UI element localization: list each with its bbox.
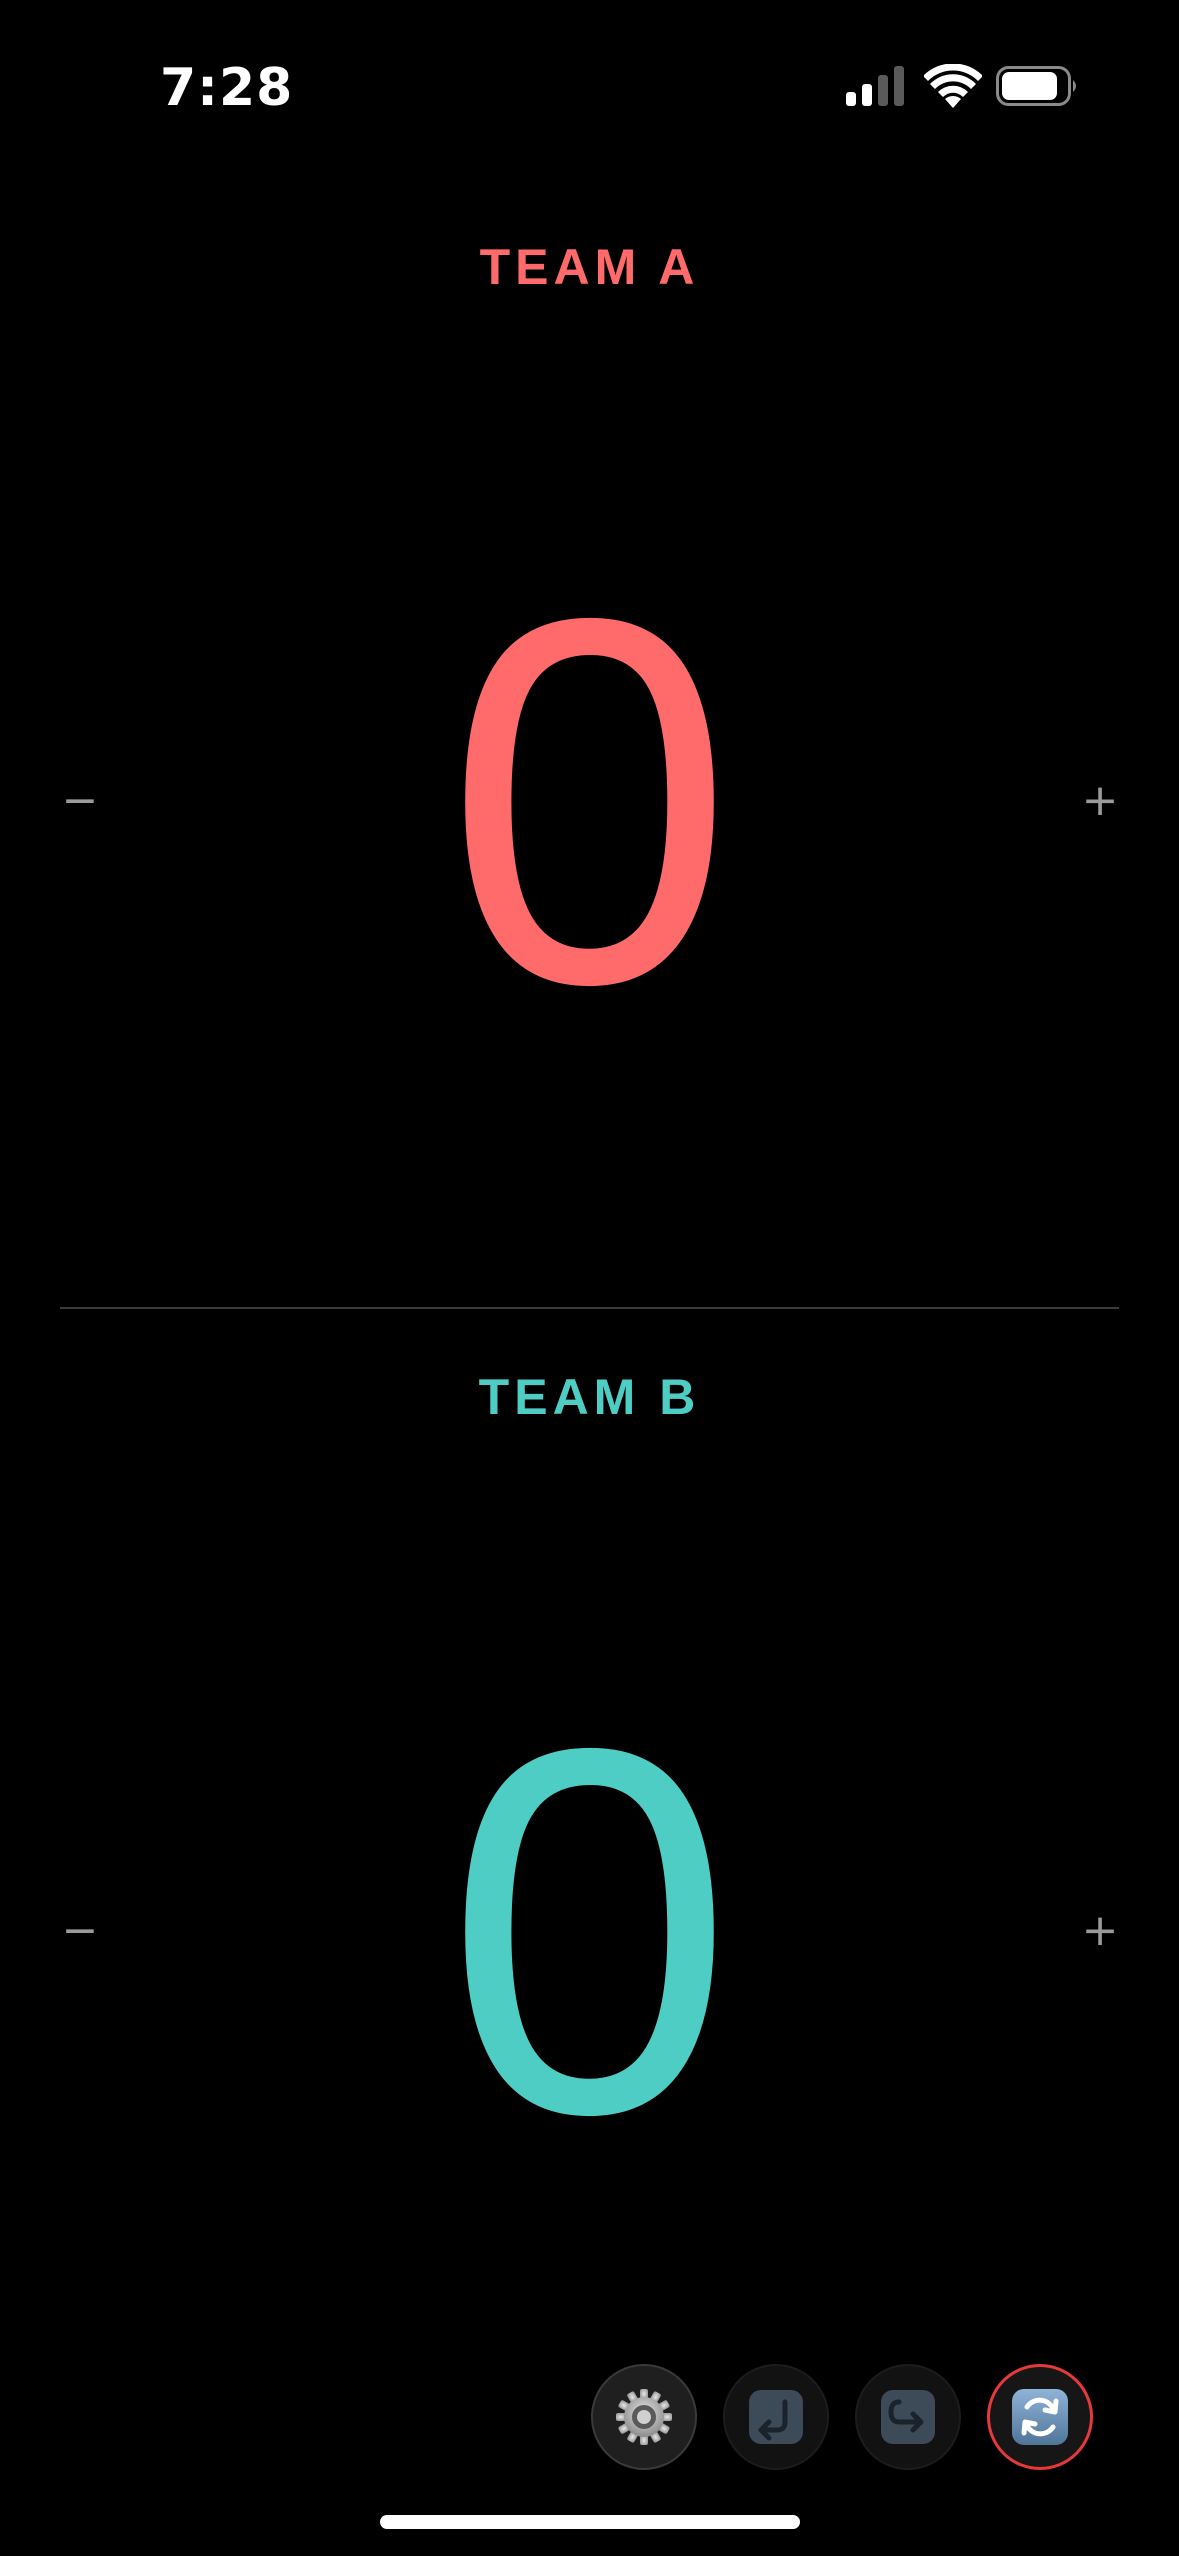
team-a-label: TEAM A bbox=[479, 239, 700, 295]
team-b-label: TEAM B bbox=[478, 1369, 701, 1425]
team-a-score[interactable]: 0 bbox=[0, 542, 1179, 1062]
wifi-icon bbox=[924, 64, 982, 108]
redo-icon bbox=[881, 2390, 935, 2444]
undo-button[interactable] bbox=[723, 2364, 829, 2470]
cellular-signal-icon bbox=[846, 66, 904, 106]
gear-icon bbox=[616, 2389, 672, 2445]
reset-button[interactable] bbox=[987, 2364, 1093, 2470]
team-b-increment-button[interactable]: + bbox=[1060, 1890, 1140, 1970]
divider bbox=[60, 1307, 1119, 1309]
team-b-score[interactable]: 0 bbox=[0, 1672, 1179, 2192]
settings-button[interactable] bbox=[591, 2364, 697, 2470]
status-time: 7:28 bbox=[160, 58, 294, 118]
refresh-icon bbox=[1012, 2389, 1068, 2445]
home-indicator[interactable] bbox=[380, 2515, 800, 2529]
redo-button[interactable] bbox=[855, 2364, 961, 2470]
team-a-increment-button[interactable]: + bbox=[1060, 760, 1140, 840]
battery-icon bbox=[996, 66, 1076, 106]
undo-icon bbox=[749, 2390, 803, 2444]
